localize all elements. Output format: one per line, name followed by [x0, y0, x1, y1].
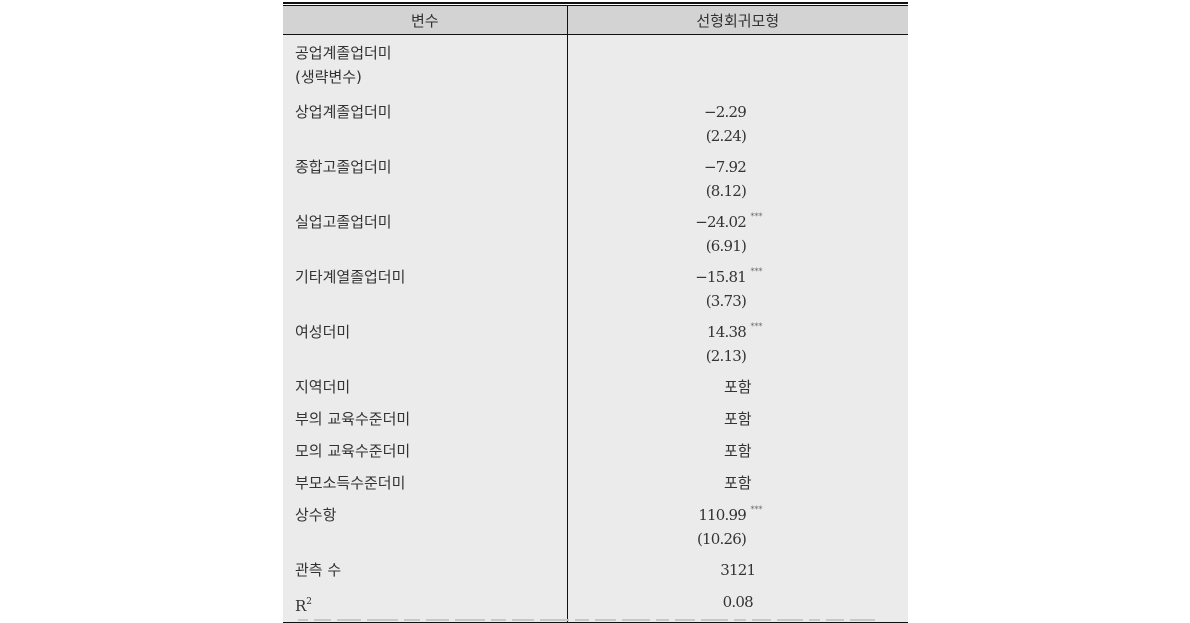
regression-table: 변수 선형회귀모형 공업계졸업더미 (생략변수) 상업계졸업더미 −2.29 (2.24… [283, 6, 908, 623]
value-cell: −24.02 *** (6.91) [567, 210, 908, 265]
standard-error: (10.26) [696, 530, 747, 548]
variable-name: 실업고졸업더미 [295, 213, 392, 231]
value-cell [567, 34, 908, 100]
table-row: 상업계졸업더미 −2.29 (2.24) [283, 100, 908, 155]
value-cell: 포함 [567, 439, 908, 471]
r-squared-superscript: 2 [306, 597, 313, 607]
variable-cell: 상업계졸업더미 [283, 100, 568, 155]
variable-name: 공업계졸업더미 [295, 44, 392, 62]
variable-cell: 기타계열졸업더미 [283, 265, 568, 320]
table-row: 기타계열졸업더미 −15.81 *** (3.73) [283, 265, 908, 320]
footnote-partial [298, 612, 918, 621]
value-cell: 포함 [567, 375, 908, 407]
value-text: 포함 [723, 474, 752, 492]
variable-cell: 부의 교육수준더미 [283, 407, 568, 439]
coefficient: −7.92 [704, 158, 747, 176]
significance-stars: *** [750, 212, 763, 221]
coefficient: 14.38 [707, 323, 747, 341]
variable-name: 관측 수 [295, 561, 342, 579]
value-cell: −7.92 (8.12) [567, 155, 908, 210]
value-text: 0.08 [722, 593, 754, 611]
variable-cell: 종합고졸업더미 [283, 155, 568, 210]
table-row: 지역더미 포함 [283, 375, 908, 407]
standard-error: (3.73) [705, 292, 747, 310]
value-text: 포함 [723, 442, 752, 460]
standard-error: (2.24) [705, 127, 747, 145]
variable-name: 기타계열졸업더미 [295, 268, 406, 286]
table-row: 종합고졸업더미 −7.92 (8.12) [283, 155, 908, 210]
value-cell: −15.81 *** (3.73) [567, 265, 908, 320]
table-row: 여성더미 14.38 *** (2.13) [283, 320, 908, 375]
significance-stars: *** [750, 505, 763, 514]
header-row: 변수 선형회귀모형 [283, 6, 908, 35]
table-row: 모의 교육수준더미 포함 [283, 439, 908, 471]
variable-cell: 공업계졸업더미 (생략변수) [283, 34, 568, 100]
coefficient: 110.99 [698, 506, 746, 524]
standard-error: (8.12) [705, 182, 747, 200]
variable-cell: 모의 교육수준더미 [283, 439, 568, 471]
regression-table-container: 변수 선형회귀모형 공업계졸업더미 (생략변수) 상업계졸업더미 −2.29 (2.24… [283, 2, 908, 623]
variable-name: 지역더미 [295, 378, 351, 396]
variable-cell: 여성더미 [283, 320, 568, 375]
table-row: 공업계졸업더미 (생략변수) [283, 34, 908, 100]
variable-cell: 지역더미 [283, 375, 568, 407]
variable-name: 종합고졸업더미 [295, 158, 392, 176]
value-cell: 3121 [567, 558, 908, 590]
coefficient: −15.81 [695, 268, 747, 286]
variable-name: R2 [295, 590, 567, 615]
header-variable: 변수 [283, 6, 568, 35]
table-row: 실업고졸업더미 −24.02 *** (6.91) [283, 210, 908, 265]
table-row: 관측 수 3121 [283, 558, 908, 590]
value-text: 포함 [723, 378, 752, 396]
table-row: 부모소득수준더미 포함 [283, 471, 908, 503]
coefficient: −24.02 [695, 213, 747, 231]
value-text: 포함 [723, 410, 752, 428]
significance-stars: *** [750, 267, 763, 276]
variable-name: 부의 교육수준더미 [295, 410, 411, 428]
value-cell: 14.38 *** (2.13) [567, 320, 908, 375]
table-row: 부의 교육수준더미 포함 [283, 407, 908, 439]
value-cell: 포함 [567, 471, 908, 503]
value-cell: −2.29 (2.24) [567, 100, 908, 155]
variable-name: 모의 교육수준더미 [295, 442, 411, 460]
variable-cell: 실업고졸업더미 [283, 210, 568, 265]
variable-cell: 상수항 [283, 503, 568, 558]
standard-error: (2.13) [705, 347, 747, 365]
variable-note: (생략변수) [295, 68, 362, 86]
standard-error: (6.91) [705, 237, 747, 255]
table-row: 상수항 110.99 *** (10.26) [283, 503, 908, 558]
variable-cell: 부모소득수준더미 [283, 471, 568, 503]
footnote-text-cut-off [298, 612, 918, 621]
variable-name: 부모소득수준더미 [295, 474, 406, 492]
header-model: 선형회귀모형 [567, 6, 908, 35]
value-text: 3121 [720, 561, 756, 579]
significance-stars: *** [750, 322, 763, 331]
coefficient: −2.29 [704, 103, 747, 121]
variable-cell: 관측 수 [283, 558, 568, 590]
variable-name: 상수항 [295, 506, 337, 524]
value-cell: 110.99 *** (10.26) [567, 503, 908, 558]
variable-name: 여성더미 [295, 323, 351, 341]
variable-name: 상업계졸업더미 [295, 103, 392, 121]
value-cell: 포함 [567, 407, 908, 439]
